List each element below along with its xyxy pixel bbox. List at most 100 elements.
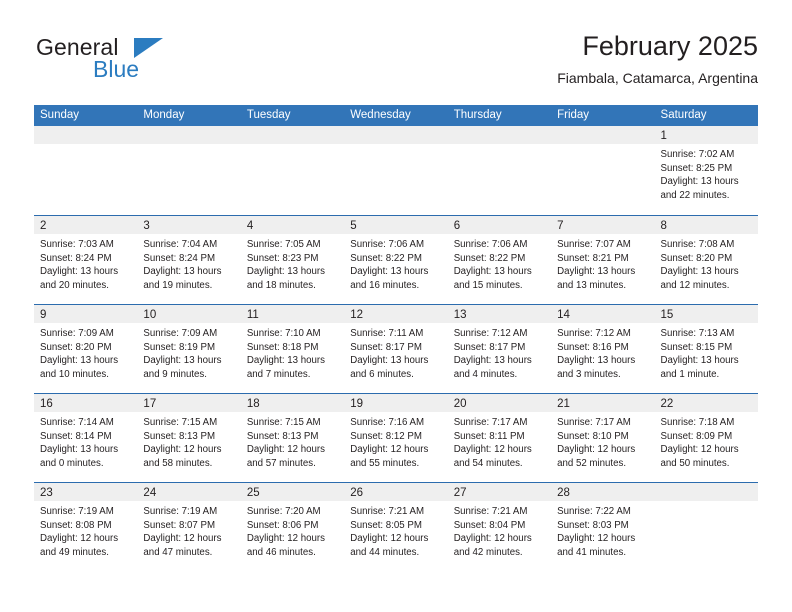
calendar-week-row: 9 Sunrise: 7:09 AM Sunset: 8:20 PM Daylight… (34, 304, 758, 393)
day-number-band (344, 126, 448, 144)
weekday-header-tuesday: Tuesday (246, 109, 291, 121)
day-details: Sunrise: 7:04 AM Sunset: 8:24 PM Daylight:… (137, 234, 240, 292)
day-number: 25 (246, 487, 260, 499)
day-number: 19 (350, 398, 364, 410)
daylight-duration: Daylight: 12 hours and 49 minutes. (40, 533, 119, 558)
calendar-day-cell[interactable]: 17 Sunrise: 7:15 AM Sunset: 8:13 PM Dayligh… (137, 394, 241, 482)
day-details: Sunrise: 7:11 AM Sunset: 8:17 PM Daylight:… (344, 323, 447, 381)
calendar-day-cell-empty (447, 126, 552, 215)
day-number: 1 (660, 130, 667, 142)
calendar-day-cell[interactable]: 16 Sunrise: 7:14 AM Sunset: 8:14 PM Dayligh… (34, 394, 138, 482)
day-details: Sunrise: 7:20 AM Sunset: 8:06 PM Daylight:… (241, 501, 344, 559)
calendar-day-cell[interactable]: 6 Sunrise: 7:06 AM Sunset: 8:22 PM Daylight… (447, 216, 552, 304)
sunrise-time: Sunrise: 7:18 AM (660, 417, 735, 428)
daylight-duration: Daylight: 13 hours and 4 minutes. (453, 355, 532, 380)
calendar-day-cell[interactable]: 28 Sunrise: 7:22 AM Sunset: 8:03 PM Dayligh… (551, 483, 655, 571)
day-details: Sunrise: 7:13 AM Sunset: 8:15 PM Daylight:… (655, 323, 758, 381)
calendar-day-cell-empty (34, 126, 138, 215)
weekday-header-saturday: Saturday (660, 109, 707, 121)
sunrise-time: Sunrise: 7:12 AM (453, 328, 528, 339)
sunrise-time: Sunrise: 7:20 AM (246, 506, 321, 517)
day-number-band: 19 (344, 394, 448, 412)
calendar-day-cell[interactable]: 19 Sunrise: 7:16 AM Sunset: 8:12 PM Dayligh… (344, 394, 448, 482)
day-number-band: 23 (34, 483, 138, 501)
calendar-day-cell[interactable]: 15 Sunrise: 7:13 AM Sunset: 8:15 PM Dayligh… (654, 305, 758, 393)
day-details: Sunrise: 7:02 AM Sunset: 8:25 PM Daylight:… (655, 144, 758, 202)
calendar-day-cell[interactable]: 4 Sunrise: 7:05 AM Sunset: 8:23 PM Daylight… (240, 216, 345, 304)
calendar-day-cell[interactable]: 13 Sunrise: 7:12 AM Sunset: 8:17 PM Dayligh… (447, 305, 552, 393)
calendar-day-cell[interactable]: 8 Sunrise: 7:08 AM Sunset: 8:20 PM Daylight… (654, 216, 758, 304)
calendar-day-cell[interactable]: 12 Sunrise: 7:11 AM Sunset: 8:17 PM Dayligh… (344, 305, 448, 393)
calendar-day-cell[interactable]: 24 Sunrise: 7:19 AM Sunset: 8:07 PM Dayligh… (137, 483, 241, 571)
calendar-day-cell[interactable]: 11 Sunrise: 7:10 AM Sunset: 8:18 PM Dayligh… (240, 305, 345, 393)
calendar-day-cell[interactable]: 26 Sunrise: 7:21 AM Sunset: 8:05 PM Dayligh… (344, 483, 448, 571)
day-number-band (34, 126, 138, 144)
day-number-band: 11 (240, 305, 345, 323)
calendar-day-cell-empty (654, 483, 758, 571)
sunrise-time: Sunrise: 7:02 AM (660, 149, 735, 160)
daylight-duration: Daylight: 12 hours and 47 minutes. (143, 533, 222, 558)
calendar-day-cell[interactable]: 23 Sunrise: 7:19 AM Sunset: 8:08 PM Dayligh… (34, 483, 138, 571)
calendar-day-cell[interactable]: 10 Sunrise: 7:09 AM Sunset: 8:19 PM Dayligh… (137, 305, 241, 393)
daylight-duration: Daylight: 13 hours and 19 minutes. (143, 266, 222, 291)
day-number-band: 9 (34, 305, 138, 323)
day-details: Sunrise: 7:21 AM Sunset: 8:04 PM Daylight:… (448, 501, 551, 559)
calendar-day-cell[interactable]: 5 Sunrise: 7:06 AM Sunset: 8:22 PM Daylight… (344, 216, 448, 304)
day-number: 8 (660, 220, 667, 232)
sunrise-time: Sunrise: 7:15 AM (246, 417, 321, 428)
calendar-day-cell[interactable]: 20 Sunrise: 7:17 AM Sunset: 8:11 PM Dayligh… (447, 394, 552, 482)
sunset-time: Sunset: 8:22 PM (350, 252, 422, 264)
sunset-time: Sunset: 8:09 PM (660, 430, 733, 442)
calendar-day-cell[interactable]: 22 Sunrise: 7:18 AM Sunset: 8:09 PM Dayligh… (654, 394, 758, 482)
day-number: 15 (660, 309, 674, 321)
sunrise-time: Sunrise: 7:12 AM (557, 328, 631, 339)
calendar-day-cell[interactable]: 2 Sunrise: 7:03 AM Sunset: 8:24 PM Daylight… (34, 216, 138, 304)
calendar-weeks: 1 Sunrise: 7:02 AM Sunset: 8:25 PM Daylight… (34, 126, 758, 571)
sunset-time: Sunset: 8:11 PM (453, 430, 525, 442)
calendar-grid: Sunday Monday Tuesday Wednesday Thursday… (34, 105, 758, 571)
sunset-time: Sunset: 8:19 PM (143, 341, 216, 353)
day-number: 2 (40, 220, 47, 232)
day-number: 16 (40, 398, 53, 410)
sunrise-time: Sunrise: 7:14 AM (40, 417, 114, 428)
day-number: 14 (557, 309, 570, 321)
calendar-day-cell[interactable]: 21 Sunrise: 7:17 AM Sunset: 8:10 PM Dayligh… (551, 394, 655, 482)
sunset-time: Sunset: 8:03 PM (557, 519, 629, 531)
brand-logo[interactable]: General Blue (36, 34, 226, 92)
sunset-time: Sunset: 8:23 PM (246, 252, 319, 264)
calendar-day-cell[interactable]: 18 Sunrise: 7:15 AM Sunset: 8:13 PM Dayligh… (240, 394, 345, 482)
sunrise-time: Sunrise: 7:19 AM (40, 506, 114, 517)
sunrise-time: Sunrise: 7:09 AM (143, 328, 218, 339)
day-number: 6 (453, 220, 461, 232)
calendar-day-cell[interactable]: 14 Sunrise: 7:12 AM Sunset: 8:16 PM Dayligh… (551, 305, 655, 393)
daylight-duration: Daylight: 13 hours and 9 minutes. (143, 355, 222, 380)
sunset-time: Sunset: 8:15 PM (660, 341, 733, 353)
daylight-duration: Daylight: 13 hours and 3 minutes. (557, 355, 636, 380)
day-number-band: 22 (654, 394, 758, 412)
daylight-duration: Daylight: 12 hours and 52 minutes. (557, 444, 636, 469)
day-number-band: 28 (551, 483, 655, 501)
day-number: 18 (246, 398, 260, 410)
calendar-day-cell[interactable]: 25 Sunrise: 7:20 AM Sunset: 8:06 PM Dayligh… (240, 483, 345, 571)
daylight-duration: Daylight: 13 hours and 15 minutes. (453, 266, 532, 291)
calendar-day-cell[interactable]: 7 Sunrise: 7:07 AM Sunset: 8:21 PM Daylight… (551, 216, 655, 304)
day-number: 23 (40, 487, 53, 499)
calendar-day-cell[interactable]: 1 Sunrise: 7:02 AM Sunset: 8:25 PM Daylight… (654, 126, 758, 215)
day-number-band (654, 483, 758, 501)
brand-name-blue: Blue (93, 56, 140, 82)
sunset-time: Sunset: 8:25 PM (660, 162, 733, 174)
blue-triangle-icon (134, 38, 163, 58)
day-details: Sunrise: 7:06 AM Sunset: 8:22 PM Daylight:… (344, 234, 447, 292)
daylight-duration: Daylight: 13 hours and 0 minutes. (40, 444, 119, 469)
daylight-duration: Daylight: 13 hours and 12 minutes. (660, 266, 739, 291)
day-details: Sunrise: 7:15 AM Sunset: 8:13 PM Daylight:… (241, 412, 344, 470)
daylight-duration: Daylight: 12 hours and 42 minutes. (453, 533, 532, 558)
day-number: 17 (143, 398, 157, 410)
day-number: 26 (350, 487, 364, 499)
calendar-day-cell[interactable]: 9 Sunrise: 7:09 AM Sunset: 8:20 PM Daylight… (34, 305, 138, 393)
calendar-day-cell[interactable]: 3 Sunrise: 7:04 AM Sunset: 8:24 PM Daylight… (137, 216, 241, 304)
sunrise-time: Sunrise: 7:22 AM (557, 506, 631, 517)
day-number-band: 13 (447, 305, 552, 323)
calendar-day-cell[interactable]: 27 Sunrise: 7:21 AM Sunset: 8:04 PM Dayligh… (447, 483, 552, 571)
sunset-time: Sunset: 8:20 PM (40, 341, 112, 353)
